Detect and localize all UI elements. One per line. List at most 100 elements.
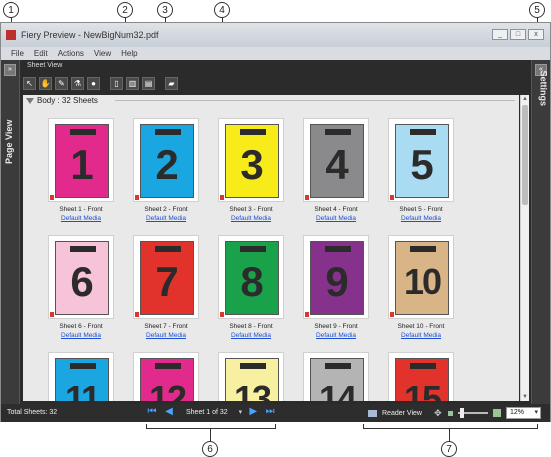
sheet-thumbnail[interactable]: 1	[48, 118, 114, 202]
scroll-thumb[interactable]	[522, 105, 528, 205]
page-thumbnail: 7	[140, 241, 194, 315]
page-thumbnail: 13	[225, 358, 279, 401]
settings-panel[interactable]: « Settings	[531, 60, 550, 404]
page-number: 7	[155, 258, 179, 305]
sheet-thumbnail[interactable]: 7	[133, 235, 199, 319]
menu-file[interactable]: File	[11, 49, 24, 58]
close-button[interactable]: x	[528, 29, 544, 40]
menu-edit[interactable]: Edit	[34, 49, 48, 58]
pin-marker-icon	[50, 195, 54, 200]
sheet-thumbnail[interactable]: 15	[388, 352, 454, 401]
sheet-view-toolbar: ↖ ✋ ✎ ⚗ ● ▯ ▥ ▤ ▰	[23, 74, 178, 92]
pin-marker-icon	[390, 195, 394, 200]
spread-icon[interactable]: ▥	[126, 76, 139, 90]
scroll-up-icon[interactable]: ▲	[522, 96, 528, 102]
expand-page-view-button[interactable]: »	[4, 64, 16, 76]
sheet-label: Sheet 1 - Front	[59, 206, 103, 213]
page-bar	[155, 363, 181, 369]
menu-actions[interactable]: Actions	[58, 49, 84, 58]
page-number: 13	[233, 378, 272, 401]
app-icon	[6, 30, 16, 40]
pencil-icon[interactable]: ✎	[55, 76, 68, 90]
page-view-panel[interactable]: » Page View	[1, 60, 20, 404]
next-icon[interactable]: ▶	[247, 406, 259, 418]
sheet-view-title: Sheet View	[27, 62, 63, 69]
sheet-thumbnail[interactable]: 10	[388, 235, 454, 319]
menu-help[interactable]: Help	[121, 49, 137, 58]
media-link[interactable]: Default Media	[40, 214, 122, 223]
page-thumbnail: 1	[55, 124, 109, 198]
sheet-caption: Sheet 4 - Front Default Media	[295, 205, 377, 223]
zoom-slider[interactable]	[457, 408, 488, 418]
section-header[interactable]: Body : 32 Sheets	[26, 96, 98, 105]
zoom-out-icon[interactable]	[447, 410, 453, 416]
settings-label: Settings	[539, 70, 549, 106]
zoom-in-icon[interactable]	[492, 409, 501, 417]
zoom-select[interactable]: 12%	[505, 407, 541, 419]
hand-icon[interactable]: ✋	[39, 76, 52, 90]
media-link[interactable]: Default Media	[380, 331, 462, 340]
sheet-selector[interactable]: Sheet 1 of 32	[186, 409, 228, 416]
sheet-thumbnail[interactable]: 9	[303, 235, 369, 319]
page-icon[interactable]: ▯	[110, 76, 123, 90]
zoom-slider-knob[interactable]	[459, 408, 464, 418]
sheet-thumbnail[interactable]: 12	[133, 352, 199, 401]
view-controls: Reader View ✥ 12%	[368, 407, 541, 419]
sheet-thumbnail[interactable]: 14	[303, 352, 369, 401]
media-link[interactable]: Default Media	[380, 214, 462, 223]
sheet-thumbnail[interactable]: 6	[48, 235, 114, 319]
sheet-thumbnail[interactable]: 13	[218, 352, 284, 401]
media-link[interactable]: Default Media	[295, 331, 377, 340]
sheet-thumbnail[interactable]: 3	[218, 118, 284, 202]
sheet-thumbnail[interactable]: 11	[48, 352, 114, 401]
sheet-thumbnail[interactable]: 8	[218, 235, 284, 319]
reader-view-icon[interactable]	[368, 409, 377, 417]
callout-6: 6	[202, 441, 218, 457]
scroll-down-icon[interactable]: ▼	[522, 394, 528, 400]
first-icon[interactable]: ⏮	[146, 406, 158, 418]
select-icon[interactable]: ↖	[23, 76, 36, 90]
page-thumbnail: 15	[395, 358, 449, 401]
collapse-triangle-icon[interactable]	[26, 97, 34, 104]
sheet-label: Sheet 2 - Front	[144, 206, 188, 213]
media-link[interactable]: Default Media	[295, 214, 377, 223]
vertical-scrollbar[interactable]: ▲ ▼	[520, 95, 529, 401]
sheet-thumbnail[interactable]: 2	[133, 118, 199, 202]
page-bar	[70, 246, 96, 252]
fit-to-window-icon[interactable]: ✥	[433, 408, 443, 418]
media-link[interactable]: Default Media	[210, 331, 292, 340]
menu-bar: File Edit Actions View Help	[1, 47, 550, 60]
app-window: Fiery Preview - NewBigNum32.pdf _ □ x Fi…	[0, 22, 551, 422]
media-link[interactable]: Default Media	[40, 331, 122, 340]
book-icon[interactable]: ▰	[165, 76, 178, 90]
section-label: Body : 32 Sheets	[37, 96, 98, 105]
page-bar	[155, 246, 181, 252]
menu-view[interactable]: View	[94, 49, 111, 58]
sheet-selector-caret-icon[interactable]: ▾	[239, 408, 243, 416]
callout-2: 2	[117, 2, 133, 18]
page-bar	[325, 129, 351, 135]
prev-icon[interactable]: ◀	[163, 406, 175, 418]
reader-view-button[interactable]: Reader View	[382, 410, 422, 417]
sheet-thumbnail[interactable]: 5	[388, 118, 454, 202]
page-bar	[240, 246, 266, 252]
sheet-label: Sheet 7 - Front	[144, 323, 188, 330]
sheet-caption: Sheet 6 - Front Default Media	[40, 322, 122, 340]
minimize-button[interactable]: _	[492, 29, 508, 40]
sheet-label: Sheet 9 - Front	[314, 323, 358, 330]
sheet-view: Sheet View ↖ ✋ ✎ ⚗ ● ▯ ▥ ▤ ▰ Body : 32 S…	[21, 60, 531, 404]
sheet-thumbnail[interactable]: 4	[303, 118, 369, 202]
pin-icon[interactable]: ●	[87, 76, 100, 90]
last-icon[interactable]: ⏭	[264, 406, 276, 418]
booklet-icon[interactable]: ▤	[142, 76, 155, 90]
page-thumbnail: 6	[55, 241, 109, 315]
media-link[interactable]: Default Media	[210, 214, 292, 223]
page-thumbnail: 10	[395, 241, 449, 315]
page-number: 5	[410, 141, 434, 188]
pin-marker-icon	[220, 195, 224, 200]
page-number: 12	[148, 378, 187, 401]
maximize-button[interactable]: □	[510, 29, 526, 40]
media-link[interactable]: Default Media	[125, 331, 207, 340]
media-link[interactable]: Default Media	[125, 214, 207, 223]
eyedrop-icon[interactable]: ⚗	[71, 76, 84, 90]
